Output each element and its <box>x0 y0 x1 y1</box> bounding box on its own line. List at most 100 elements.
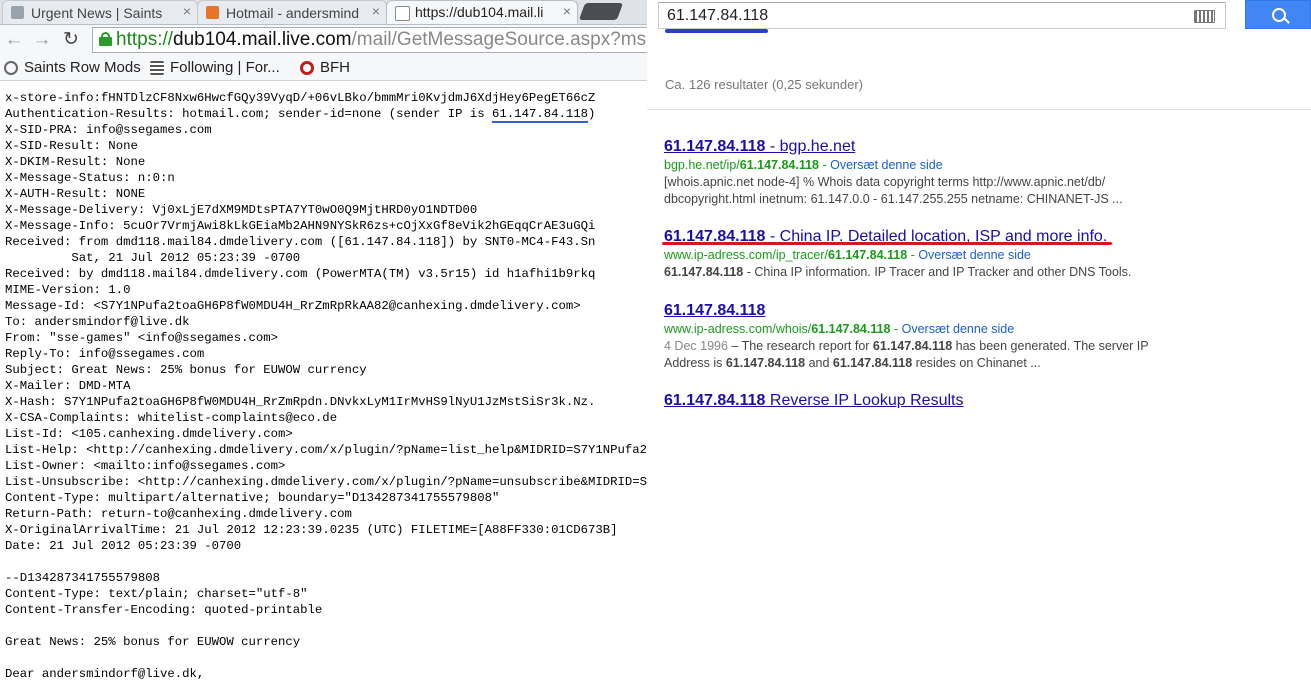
source-line: Received: by dmd118.mail84.dmdelivery.co… <box>5 267 596 281</box>
panel-cutoff <box>647 408 1311 420</box>
search-button[interactable] <box>1245 0 1311 29</box>
page-icon <box>395 6 410 21</box>
message-source: x-store-info:fHNTDlzCF8Nxw6HwcfGQy39VyqD… <box>5 90 647 682</box>
source-line: X-Message-Info: 5cuOr7VrmjAwi8kLkGEiaMb2… <box>5 219 596 233</box>
source-line: X-Hash: S7Y1NPufa2toaGH6P8fW0MDU4H_RrZmR… <box>5 395 596 409</box>
source-line: ) <box>587 107 596 121</box>
hotmail-icon <box>206 6 219 19</box>
result-title-ip: 61.147.84.118 <box>664 138 766 155</box>
result-title-link[interactable]: 61.147.84.118 - bgp.he.net <box>664 137 1304 156</box>
snippet-ip: 61.147.84.118 <box>832 356 913 370</box>
source-line: List-Help: <http://canhexing.dmdelivery.… <box>5 443 647 457</box>
translate-link[interactable]: Oversæt denne side <box>918 248 1031 262</box>
source-line: Sat, 21 Jul 2012 05:23:39 -0700 <box>5 251 301 265</box>
result-title-text: Reverse IP Lookup Results <box>765 392 964 409</box>
bookmark-saints-row-mods[interactable]: Saints Row Mods <box>4 59 141 76</box>
result-snippet: 4 Dec 1996 – The research report for 61.… <box>664 338 1304 372</box>
back-arrow-icon[interactable]: ← <box>4 30 24 50</box>
result-title-ip: 61.147.84.118 <box>664 392 766 409</box>
new-tab-button[interactable] <box>578 3 624 20</box>
result-snippet: 61.147.84.118 - China IP information. IP… <box>664 264 1304 281</box>
tab-urgent-news[interactable]: Urgent News | Saints × <box>2 0 198 24</box>
source-line: X-AUTH-Result: NONE <box>5 187 146 201</box>
snippet-text: resides on Chinanet ... <box>912 356 1041 370</box>
tab-strip: Urgent News | Saints × Hotmail - andersm… <box>0 0 647 25</box>
source-line: X-SID-Result: None <box>5 139 138 153</box>
source-line: List-Id: <105.canhexing.dmdelivery.com> <box>5 427 293 441</box>
source-line: Received: from dmd118.mail84.dmdelivery.… <box>5 235 596 249</box>
source-line: Content-Transfer-Encoding: quoted-printa… <box>5 603 323 617</box>
url-ip: 61.147.84.118 <box>811 322 891 336</box>
snippet-ip: 61.147.84.118 <box>664 265 744 279</box>
result-stats: Ca. 126 resultater (0,25 sekunder) <box>665 77 863 92</box>
search-input[interactable]: 61.147.84.118 <box>658 2 1226 29</box>
tab-label: https://dub104.mail.li <box>415 4 544 20</box>
snippet-text: has been generated. The server IP <box>952 339 1149 353</box>
bookmarks-bar: Saints Row Mods Following | For... BFH <box>0 56 647 81</box>
url-ip: 61.147.84.118 <box>827 248 908 262</box>
source-line: X-CSA-Complaints: whitelist-complaints@e… <box>5 411 338 425</box>
snippet-text: and <box>805 356 833 370</box>
snippet-text: – The research report for <box>727 339 873 353</box>
close-tab-icon[interactable]: × <box>563 3 571 19</box>
source-line: Dear andersmindorf@live.dk, <box>5 667 205 681</box>
result-title-ip: 61.147.84.118 <box>664 302 766 319</box>
highlighted-ip: 61.147.84.118 <box>492 107 588 123</box>
forward-arrow-icon[interactable]: → <box>32 30 52 50</box>
source-line: Content-Type: multipart/alternative; bou… <box>5 491 500 505</box>
toolbar: ← → ↻ https://dub104.mail.live.com/mail/… <box>0 25 647 56</box>
translate-link[interactable]: Oversæt denne side <box>830 158 943 172</box>
search-header: 61.147.84.118 Ca. 126 resultater (0,25 s… <box>647 0 1311 110</box>
bookmark-following[interactable]: Following | For... <box>150 59 280 76</box>
bookmark-label: Saints Row Mods <box>24 59 141 76</box>
bookmark-label: BFH <box>320 59 350 76</box>
reload-icon[interactable]: ↻ <box>61 30 81 50</box>
source-line: To: andersmindorf@live.dk <box>5 315 190 329</box>
url-path: /mail/GetMessageSource.aspx?msgid= <box>351 29 647 50</box>
source-line: X-Message-Delivery: Vj0xLjE7dXM9MDtsPTA7… <box>5 203 478 217</box>
snippet-ip: 61.147.84.118 <box>725 356 806 370</box>
bookmark-label: Following | For... <box>170 59 280 76</box>
result-title-text: - bgp.he.net <box>765 138 856 155</box>
bookmark-bfh[interactable]: BFH <box>300 59 350 76</box>
source-line: X-Message-Status: n:0:n <box>5 171 175 185</box>
snippet-text: Address is <box>664 356 726 370</box>
query-underline-annotation <box>665 29 768 33</box>
address-bar[interactable]: https://dub104.mail.live.com/mail/GetMes… <box>92 27 647 53</box>
keyboard-icon[interactable] <box>1194 10 1215 23</box>
url-host: dub104.mail.live.com <box>173 29 352 50</box>
result-url: www.ip-adress.com/ip_tracer/61.147.84.11… <box>664 248 1031 262</box>
page-icon <box>11 6 24 19</box>
tab-message-source[interactable]: https://dub104.mail.li × <box>386 0 578 24</box>
snippet-line: dbcopyright.html inetnum: 61.147.0.0 - 6… <box>664 192 1123 206</box>
search-query: 61.147.84.118 <box>667 7 769 24</box>
search-panel: 61.147.84.118 Ca. 126 resultater (0,25 s… <box>647 0 1311 683</box>
source-line: Message-Id: <S7Y1NPufa2toaGH6P8fW0MDU4H_… <box>5 299 581 313</box>
title-underline-annotation <box>662 242 1112 245</box>
lock-icon <box>99 32 112 46</box>
source-line: Date: 21 Jul 2012 05:23:39 -0700 <box>5 539 242 553</box>
result-url: bgp.he.net/ip/61.147.84.118 - Oversæt de… <box>664 158 943 172</box>
tab-label: Urgent News | Saints <box>31 4 163 21</box>
source-line: X-Mailer: DMD-MTA <box>5 379 131 393</box>
search-result: 61.147.84.118 - China IP. Detailed locat… <box>664 227 1304 281</box>
url-path: www.ip-adress.com/whois/ <box>664 322 812 336</box>
url-ip: 61.147.84.118 <box>739 158 820 172</box>
close-tab-icon[interactable]: × <box>372 3 380 19</box>
source-line: X-SID-PRA: info@ssegames.com <box>5 123 212 137</box>
result-date: 4 Dec 1996 <box>664 339 728 353</box>
result-title-link[interactable]: 61.147.84.118 <box>664 301 1304 320</box>
translate-link[interactable]: Oversæt denne side <box>902 322 1015 336</box>
tab-label: Hotmail - andersmind <box>226 4 360 21</box>
tab-hotmail[interactable]: Hotmail - andersmind × <box>197 0 387 24</box>
browser-window: Urgent News | Saints × Hotmail - andersm… <box>0 0 647 683</box>
search-result: 61.147.84.118 www.ip-adress.com/whois/61… <box>664 301 1304 372</box>
source-line: Return-Path: return-to@canhexing.dmdeliv… <box>5 507 352 521</box>
url-path: www.ip-adress.com/ip_tracer/ <box>664 248 828 262</box>
source-line: Subject: Great News: 25% bonus for EUWOW… <box>5 363 367 377</box>
source-line: X-OriginalArrivalTime: 21 Jul 2012 12:23… <box>5 523 618 537</box>
close-tab-icon[interactable]: × <box>183 3 191 19</box>
globe-icon <box>4 60 18 75</box>
search-icon <box>1272 8 1286 22</box>
source-line: Content-Type: text/plain; charset="utf-8… <box>5 587 308 601</box>
